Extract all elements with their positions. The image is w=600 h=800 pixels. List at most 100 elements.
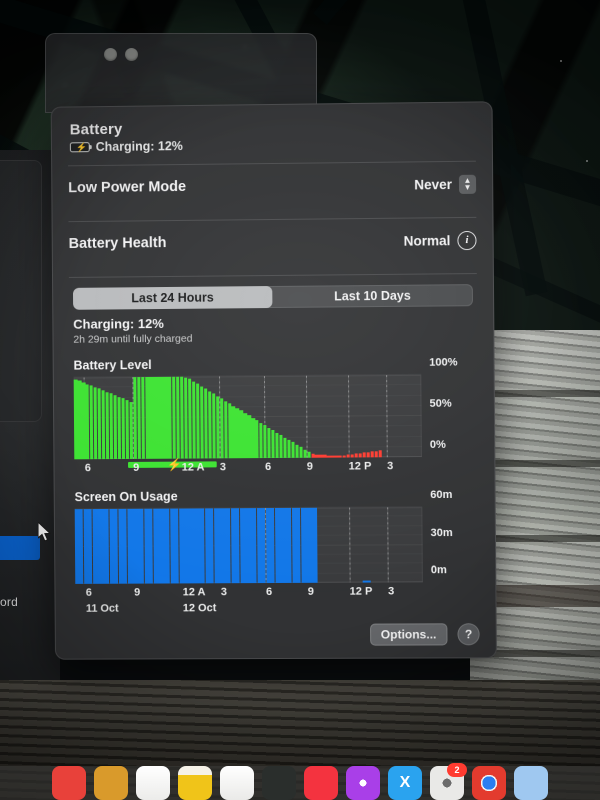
bar — [300, 507, 310, 583]
battery-health-control[interactable]: Normal i — [404, 230, 477, 250]
dock-app-facetime[interactable] — [220, 766, 254, 800]
bar — [309, 507, 318, 583]
x-tick-label: 9 — [307, 585, 314, 598]
bar — [346, 454, 351, 458]
bar — [283, 507, 292, 583]
dock-app-safari[interactable] — [52, 766, 86, 800]
bar — [231, 508, 240, 584]
bar — [299, 447, 303, 458]
bar — [326, 455, 331, 458]
dock-app-chrome[interactable] — [472, 766, 506, 800]
screen-on-usage-day-axis: 11 Oct 12 Oct — [75, 600, 423, 615]
tab-last-24-hours[interactable]: Last 24 Hours — [72, 286, 273, 310]
screen-on-usage-x-axis: 6 9 12 A 3 6 9 12 P 3 — [75, 585, 423, 602]
dock-app-x-twitter[interactable]: X — [388, 766, 422, 800]
bar — [100, 508, 110, 584]
bar — [330, 455, 335, 458]
bar — [135, 508, 145, 584]
bar — [265, 507, 275, 584]
photographed-screen: ord Battery ⚡ Charging: 12% Low Power Mo… — [0, 0, 600, 800]
battery-settings-panel: Battery ⚡ Charging: 12% Low Power Mode N… — [50, 101, 497, 660]
bar — [350, 454, 355, 458]
bar — [187, 508, 197, 584]
bar — [370, 451, 374, 458]
bar — [287, 439, 291, 458]
page-title: Battery — [69, 120, 123, 139]
x-tick-label: 3 — [387, 585, 395, 598]
minimize-button[interactable] — [125, 48, 138, 61]
dock-app-music[interactable] — [304, 766, 338, 800]
bar — [275, 432, 279, 458]
bar — [338, 455, 343, 458]
bar — [378, 450, 382, 458]
x-tick-label: 9 — [133, 461, 140, 474]
tab-last-10-days[interactable]: Last 10 Days — [272, 284, 473, 308]
x-tick-label: 6 — [85, 586, 92, 599]
charging-detail: 2h 29m until fully charged — [73, 332, 193, 346]
y-tick-label: 30m — [430, 526, 453, 539]
low-power-mode-control[interactable]: Never ▲ ▼ — [414, 174, 477, 194]
bar — [109, 508, 119, 584]
bar — [222, 508, 231, 584]
bar — [126, 508, 136, 584]
bar — [319, 454, 323, 458]
x-tick-label: 12 P — [349, 585, 373, 598]
dock[interactable]: X2 — [0, 763, 600, 800]
battery-charging-icon: ⚡ — [69, 142, 90, 153]
y-tick-label: 60m — [430, 488, 453, 502]
dock-app-system-settings[interactable]: 2 — [430, 763, 467, 800]
bar — [274, 507, 284, 583]
bar — [118, 508, 127, 584]
x-tick-label: 12 A — [181, 461, 205, 474]
low-power-mode-label: Low Power Mode — [68, 178, 187, 197]
y-tick-label: 0% — [429, 438, 446, 451]
bar — [178, 508, 188, 584]
dock-app-notes[interactable] — [178, 766, 212, 800]
help-button[interactable]: ? — [457, 623, 480, 646]
battery-level-plot: ⚡ — [73, 373, 422, 472]
background-window[interactable] — [0, 160, 42, 422]
screen-on-usage-chart: 60m 30m 0m 6 9 12 A 3 6 9 12 P 3 11 Oct 12 Oct — [74, 489, 480, 616]
day-label: 12 Oct — [182, 602, 217, 615]
time-range-tabs[interactable]: Last 24 Hours Last 10 Days — [72, 284, 474, 310]
bar — [342, 455, 347, 458]
row-battery-health[interactable]: Battery Health Normal i — [68, 218, 477, 266]
background-settings-window[interactable] — [45, 33, 317, 113]
dock-app-podcasts-purple[interactable] — [346, 766, 380, 800]
dock-app-podcasts[interactable] — [94, 766, 128, 800]
dock-app-reminders[interactable] — [136, 766, 170, 800]
bar — [213, 508, 223, 584]
screen-on-usage-y-axis: 60m 30m 0m — [430, 489, 453, 576]
x-tick-label: 6 — [84, 462, 91, 475]
panel-footer: Options... ? — [369, 623, 480, 646]
bar-series — [75, 507, 423, 584]
dock-app-glyph: X — [399, 774, 411, 791]
bar — [257, 508, 266, 584]
dock-app-app-blue[interactable] — [514, 766, 548, 800]
bar — [354, 453, 358, 458]
close-button[interactable] — [104, 48, 117, 61]
bar — [322, 454, 327, 458]
bar — [75, 509, 84, 584]
background-window-label: ord — [0, 595, 18, 609]
bar — [334, 455, 339, 458]
divider — [68, 273, 477, 278]
bar — [204, 508, 214, 584]
screen-on-usage-chart-title: Screen On Usage — [74, 489, 178, 505]
chevron-updown-icon[interactable]: ▲ ▼ — [458, 174, 477, 194]
bar — [307, 452, 311, 458]
battery-level-y-axis: 100% 50% 0% — [429, 356, 457, 450]
options-button[interactable]: Options... — [369, 623, 448, 646]
bar — [358, 453, 362, 458]
dock-app-tv[interactable] — [262, 766, 296, 800]
x-tick-label: 6 — [265, 586, 273, 599]
screen-on-usage-plot — [74, 506, 423, 584]
x-tick-label: 12 P — [348, 460, 372, 473]
day-label: 11 Oct — [85, 602, 119, 615]
row-low-power-mode[interactable]: Low Power Mode Never ▲ ▼ — [68, 162, 477, 210]
bar — [279, 434, 283, 458]
info-icon[interactable]: i — [457, 230, 477, 250]
background-selected-field[interactable] — [0, 536, 40, 560]
bar — [161, 508, 171, 584]
x-tick-label: 9 — [306, 460, 314, 473]
